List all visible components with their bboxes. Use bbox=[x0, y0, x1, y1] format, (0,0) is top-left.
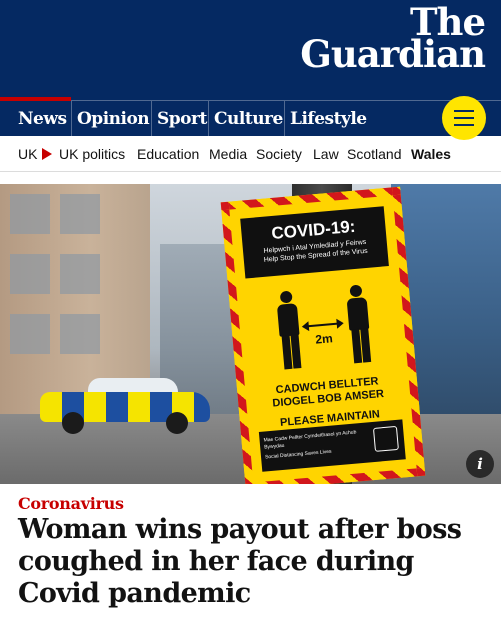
logo-line-guardian: Guardian bbox=[300, 32, 486, 76]
triangle-right-icon bbox=[42, 148, 52, 160]
subnav-item-law[interactable]: Law bbox=[313, 136, 339, 172]
pillar-news[interactable]: News bbox=[0, 97, 71, 136]
sub-nav: UK UK politics Education Media Society L… bbox=[0, 136, 501, 172]
double-arrow-icon bbox=[307, 322, 338, 328]
person-icon bbox=[273, 290, 306, 370]
person-icon bbox=[342, 284, 375, 364]
pillar-opinion[interactable]: Opinion bbox=[71, 101, 151, 136]
pillar-culture[interactable]: Culture bbox=[208, 101, 284, 136]
pillar-news-label: News bbox=[18, 109, 67, 129]
article-headline: Woman wins payout after boss coughed in … bbox=[18, 514, 462, 609]
subnav-item-uk-politics[interactable]: UK politics bbox=[59, 136, 125, 172]
hamburger-menu-icon bbox=[454, 110, 474, 112]
subnav-item-wales[interactable]: Wales bbox=[411, 136, 451, 172]
subnav-item-scotland[interactable]: Scotland bbox=[347, 136, 401, 172]
hamburger-menu-icon bbox=[454, 124, 474, 126]
council-logo-icon bbox=[372, 425, 399, 452]
masthead: The Guardian bbox=[0, 0, 501, 100]
pillar-sport-label: Sport bbox=[157, 109, 207, 129]
subnav-item-society[interactable]: Society bbox=[256, 136, 302, 172]
pillar-culture-label: Culture bbox=[214, 109, 283, 129]
subnav-item-media[interactable]: Media bbox=[209, 136, 247, 172]
police-car bbox=[40, 378, 210, 434]
subnav-item-education[interactable]: Education bbox=[137, 136, 199, 172]
guardian-logo[interactable]: The Guardian bbox=[300, 4, 486, 76]
article-kicker[interactable]: Coronavirus bbox=[18, 494, 124, 513]
pillar-lifestyle[interactable]: Lifestyle bbox=[284, 101, 374, 136]
pillar-sport[interactable]: Sport bbox=[151, 101, 208, 136]
subnav-item-uk[interactable]: UK bbox=[18, 136, 37, 172]
hero-image[interactable]: COVID-19: Helpwch i Atal Ymlediad y Feir… bbox=[0, 184, 501, 484]
hamburger-menu-icon bbox=[454, 117, 474, 119]
image-info-button[interactable]: i bbox=[466, 450, 494, 478]
pillar-lifestyle-label: Lifestyle bbox=[290, 109, 367, 129]
menu-button[interactable] bbox=[442, 96, 486, 140]
distance-label: 2m bbox=[314, 331, 334, 347]
pillar-nav: News Opinion Sport Culture Lifestyle bbox=[0, 97, 501, 136]
distance-figures: 2m bbox=[243, 282, 401, 375]
sign-header: COVID-19: Helpwch i Atal Ymlediad y Feir… bbox=[240, 206, 389, 279]
pillar-opinion-label: Opinion bbox=[77, 109, 150, 129]
covid-sign: COVID-19: Helpwch i Atal Ymlediad y Feir… bbox=[220, 186, 426, 484]
